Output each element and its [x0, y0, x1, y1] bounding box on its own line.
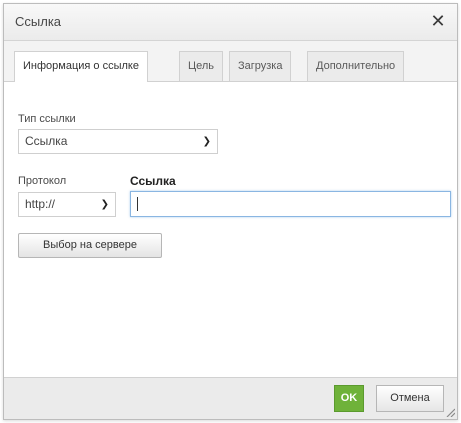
url-label: Ссылка — [130, 174, 176, 188]
cancel-button[interactable]: Отмена — [376, 385, 444, 412]
chevron-down-icon: ❯ — [202, 136, 211, 147]
text-caret — [137, 197, 138, 211]
tab-link-info[interactable]: Информация о ссылке — [14, 51, 148, 82]
tab-advanced[interactable]: Дополнительно — [307, 51, 405, 81]
tab-target[interactable]: Цель — [179, 51, 224, 81]
link-dialog: Ссылка ✕ Информация о ссылке Цель Загруз… — [3, 3, 458, 420]
dialog-footer: OK Отмена — [4, 377, 457, 419]
link-type-label: Тип ссылки — [18, 113, 76, 125]
protocol-select[interactable]: http:// ❯ — [18, 192, 116, 217]
dialog-titlebar[interactable]: Ссылка ✕ — [4, 4, 457, 41]
link-type-select[interactable]: Ссылка ❯ — [18, 129, 218, 154]
link-type-value: Ссылка — [25, 134, 68, 148]
url-input[interactable] — [130, 191, 451, 217]
chevron-down-icon: ❯ — [100, 199, 109, 210]
protocol-label: Протокол — [18, 175, 67, 187]
tab-bar: Информация о ссылке Цель Загрузка Дополн… — [4, 41, 457, 82]
tab-upload[interactable]: Загрузка — [229, 51, 292, 81]
close-icon[interactable]: ✕ — [428, 11, 448, 31]
ok-button[interactable]: OK — [334, 385, 364, 412]
tab-content: Тип ссылки Ссылка ❯ Протокол Ссылка http… — [4, 82, 457, 377]
browse-server-button[interactable]: Выбор на сервере — [18, 233, 162, 258]
resize-grip-icon[interactable] — [445, 407, 455, 417]
protocol-value: http:// — [25, 197, 56, 211]
dialog-title: Ссылка — [15, 14, 62, 29]
